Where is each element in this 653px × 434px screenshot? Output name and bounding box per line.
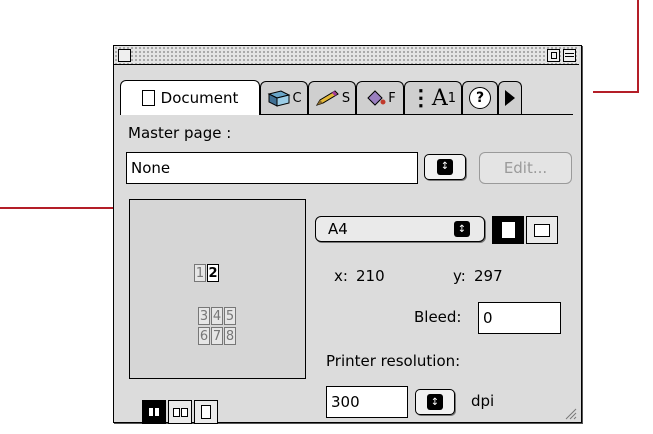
cube-icon	[268, 90, 291, 107]
page-size-value: A4	[328, 220, 348, 238]
master-page-label: Master page :	[128, 124, 232, 142]
close-box-icon[interactable]	[118, 49, 131, 62]
page-layout-preview[interactable]: 1 2 3 4 5 6 7 8	[129, 199, 306, 379]
palette-title-bar[interactable]	[114, 46, 579, 65]
height-label: y:	[453, 267, 466, 285]
view-spreads-button[interactable]	[142, 400, 166, 424]
height-value: 297	[474, 267, 503, 285]
page-thumb-4[interactable]: 4	[211, 307, 223, 325]
callout-line-top-vertical	[637, 0, 639, 92]
page-thumb-5[interactable]: 5	[224, 307, 236, 325]
printer-resolution-field[interactable]: 300	[326, 386, 408, 418]
arrow-right-icon	[505, 90, 515, 106]
tab-text-suffix: 1	[447, 90, 457, 106]
landscape-button[interactable]	[526, 216, 558, 244]
pencil-icon	[315, 90, 339, 106]
resize-grip-icon[interactable]	[564, 406, 578, 420]
collapse-box-icon[interactable]	[563, 49, 576, 62]
tab-pencil[interactable]: S	[308, 81, 356, 114]
page-size-popup[interactable]: A4 ↕	[315, 216, 485, 242]
tab-text-label: A	[431, 85, 448, 111]
page-thumb-7[interactable]: 7	[211, 327, 223, 345]
printer-resolution-stepper[interactable]: ↕	[415, 389, 455, 415]
tab-cube-label: C	[292, 90, 302, 106]
pages-icon-part	[180, 407, 188, 417]
page-thumb-1[interactable]: 1	[194, 264, 206, 282]
portrait-button[interactable]	[492, 216, 524, 244]
resize-grip-svg	[565, 408, 577, 420]
pages-icon	[172, 407, 180, 417]
master-page-stepper[interactable]: ↕	[424, 154, 466, 180]
spreads-icon	[149, 408, 153, 416]
tab-document-label: Document	[160, 89, 239, 107]
paint-bucket-icon	[367, 90, 386, 106]
bleed-field[interactable]: 0	[478, 302, 561, 334]
master-page-field[interactable]: None	[126, 152, 418, 184]
up-down-arrows-icon: ↕	[427, 394, 443, 410]
tab-cube[interactable]: C	[260, 81, 308, 114]
page-thumb-8[interactable]: 8	[224, 327, 236, 345]
page-thumb-6[interactable]: 6	[198, 327, 210, 345]
width-value: 210	[356, 267, 385, 285]
single-page-icon	[201, 405, 211, 419]
text-style-icon: ⋮	[409, 85, 432, 111]
tab-fill-label: F	[388, 90, 396, 106]
view-pages-button[interactable]	[168, 400, 192, 424]
document-icon	[141, 90, 155, 106]
portrait-icon	[501, 222, 515, 238]
tab-pencil-label: S	[341, 90, 351, 106]
callout-line-top-horizontal	[593, 91, 639, 93]
page-thumb-2[interactable]: 2	[207, 264, 219, 282]
up-down-arrows-icon: ↕	[437, 159, 453, 175]
page-thumb-3[interactable]: 3	[198, 307, 210, 325]
printer-resolution-label: Printer resolution:	[326, 352, 461, 370]
view-single-button[interactable]	[194, 400, 218, 424]
help-tab[interactable]: ?	[462, 81, 498, 114]
zoom-box-icon[interactable]	[547, 49, 560, 62]
edit-button[interactable]: Edit...	[479, 152, 572, 184]
more-tabs-button[interactable]	[498, 81, 522, 114]
landscape-icon	[534, 223, 550, 237]
tab-document[interactable]: Document	[120, 80, 260, 115]
bleed-label: Bleed:	[414, 308, 462, 326]
help-icon[interactable]: ?	[469, 87, 491, 109]
dpi-unit-label: dpi	[471, 392, 495, 410]
tab-fill[interactable]: F	[356, 81, 404, 114]
up-down-arrows-icon: ↕	[454, 221, 470, 237]
width-label: x:	[334, 267, 348, 285]
spreads-icon-part	[155, 408, 159, 416]
tab-text[interactable]: ⋮ A 1	[404, 81, 462, 114]
document-palette: Document C S F ⋮ A 1 ? Master page: Non…	[113, 45, 582, 424]
